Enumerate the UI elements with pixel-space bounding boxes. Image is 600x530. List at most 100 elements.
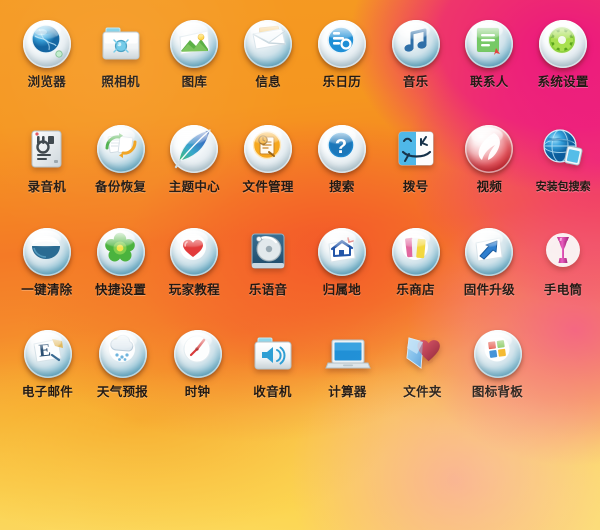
finder-face-glyph	[398, 131, 434, 166]
app-icon-clock[interactable]: 时钟	[160, 328, 235, 399]
radio-speaker-icon[interactable]	[247, 328, 299, 380]
calendar-icon[interactable]	[316, 18, 368, 70]
package-search-globe-icon[interactable]	[537, 123, 589, 175]
app-label: 图标背板	[471, 385, 524, 399]
app-icon-calculator[interactable]: 计算器	[310, 328, 385, 399]
phone-location-house-icon[interactable]	[316, 226, 368, 278]
app-icon-icon-backplate[interactable]: 图标背板	[460, 328, 535, 399]
voice-recorder-icon[interactable]	[21, 123, 73, 175]
windows-logo-glyph	[484, 336, 509, 362]
icon-row-3: 一键清除 快捷设置 玩家教程 乐语音 归属地 乐商店 固件升级 手电筒	[0, 226, 600, 297]
app-label: 浏览器	[27, 75, 67, 89]
app-icon-voice-recorder[interactable]: 录音机	[10, 123, 84, 194]
app-icon-quick-settings[interactable]: 快捷设置	[84, 226, 158, 297]
app-icon-backup-restore[interactable]: 备份恢复	[84, 123, 158, 194]
app-icon-one-key-clean[interactable]: 一键清除	[10, 226, 84, 297]
camera-folder-icon[interactable]	[95, 18, 147, 70]
music-note-icon[interactable]	[390, 18, 442, 70]
dialer-face-icon[interactable]	[390, 123, 442, 175]
app-icon-file-manager[interactable]: 文件管理	[231, 123, 305, 194]
app-icon-phone-location[interactable]: 归属地	[305, 226, 379, 297]
app-icon-radio[interactable]: 收音机	[235, 328, 310, 399]
app-icon-calendar[interactable]: 乐日历	[305, 18, 379, 89]
app-icon-browser[interactable]: 浏览器	[10, 18, 84, 89]
clock-icon[interactable]	[172, 328, 224, 380]
app-icon-theme-center[interactable]: 主题中心	[158, 123, 232, 194]
flashlight-icon[interactable]	[537, 226, 589, 278]
icon-row-2: 录音机 备份恢复 主题中心 文件管理 ? 搜索 拨号 视频 安装包搜索	[0, 123, 600, 194]
recorder-glyph	[31, 130, 62, 168]
gear-glyph	[548, 25, 577, 55]
app-label: 录音机	[27, 180, 67, 194]
app-icon-flashlight[interactable]: 手电筒	[526, 226, 600, 297]
app-icon-music[interactable]: 音乐	[379, 18, 453, 89]
app-icon-system-settings[interactable]: 系统设置	[526, 18, 600, 89]
app-icon-search[interactable]: ? 搜索	[305, 123, 379, 194]
file-manager-icon[interactable]	[242, 123, 294, 175]
app-label: 天气预报	[96, 385, 149, 399]
browser-globe-icon[interactable]	[21, 18, 73, 70]
picture-glyph	[179, 30, 210, 55]
flower-glyph	[104, 232, 135, 262]
app-icon-player-tutorial[interactable]: 玩家教程	[158, 226, 232, 297]
app-label: 归属地	[322, 283, 362, 297]
player-tutorial-heart-icon[interactable]	[168, 226, 220, 278]
app-label: 计算器	[328, 385, 367, 399]
app-icon-folder[interactable]: 文件夹	[385, 328, 460, 399]
store-books-icon[interactable]	[390, 226, 442, 278]
file-manager-glyph	[252, 130, 282, 160]
one-key-clean-icon[interactable]	[21, 226, 73, 278]
app-icon-video[interactable]: 视频	[453, 123, 527, 194]
app-label: 安装包搜索	[535, 181, 591, 193]
icon-row-1: 浏览器 照相机 图库 信息 乐日历 音乐 联系人 系统设置	[0, 18, 600, 89]
app-icon-contacts[interactable]: 联系人	[453, 18, 527, 89]
icon-row-4: E 电子邮件 天气预报 时钟 收音机 计算器 文件夹 图标背板	[0, 328, 600, 399]
app-icon-dialer[interactable]: 拨号	[379, 123, 453, 194]
app-icon-gallery[interactable]: 图库	[158, 18, 232, 89]
app-label: 拨号	[402, 180, 429, 194]
firmware-upgrade-arrow-icon[interactable]	[463, 226, 515, 278]
system-settings-gear-icon[interactable]	[537, 18, 589, 70]
app-icon-camera[interactable]: 照相机	[84, 18, 158, 89]
app-icon-messages[interactable]: 信息	[231, 18, 305, 89]
messages-envelope-icon[interactable]	[242, 18, 294, 70]
app-label: 乐商店	[396, 283, 435, 297]
clean-bowl-glyph	[31, 236, 60, 259]
app-icon-package-search[interactable]: 安装包搜索	[526, 123, 600, 194]
folder-heart-icon[interactable]	[397, 328, 449, 380]
app-label: 文件管理	[242, 180, 294, 194]
globe-device-glyph	[543, 129, 583, 166]
upgrade-arrow-glyph	[475, 237, 503, 262]
app-icon-weather[interactable]: 天气预报	[85, 328, 160, 399]
app-icon-voice-disk[interactable]: 乐语音	[231, 226, 305, 297]
app-label: 备份恢复	[95, 180, 147, 194]
app-icon-store[interactable]: 乐商店	[379, 226, 453, 297]
laptop-glyph	[324, 339, 371, 369]
weather-forecast-icon[interactable]	[97, 328, 149, 380]
app-label: 手电筒	[543, 283, 583, 297]
email-e-icon[interactable]: E	[22, 328, 74, 380]
app-icon-email[interactable]: E 电子邮件	[10, 328, 85, 399]
flash-glyph	[479, 133, 501, 160]
calculator-laptop-icon[interactable]	[322, 328, 374, 380]
question-glyph: ?	[327, 131, 355, 159]
app-label: 玩家教程	[168, 283, 220, 297]
video-flash-icon[interactable]	[463, 123, 515, 175]
app-icon-firmware-upgrade[interactable]: 固件升级	[453, 226, 527, 297]
speaker-folder-glyph	[254, 337, 291, 370]
app-label: 一键清除	[21, 283, 73, 297]
contacts-glyph	[476, 27, 501, 55]
voice-disk-icon[interactable]	[242, 226, 294, 278]
quick-settings-flower-icon[interactable]	[95, 226, 147, 278]
svg-text:?: ?	[335, 136, 347, 158]
gallery-picture-icon[interactable]	[168, 18, 220, 70]
books-glyph	[401, 234, 428, 260]
icon-backplate-windows-icon[interactable]	[472, 328, 524, 380]
search-question-icon[interactable]: ?	[316, 123, 368, 175]
theme-center-feather-icon[interactable]	[168, 123, 220, 175]
backup-restore-icon[interactable]	[95, 123, 147, 175]
icon-grid: 浏览器 照相机 图库 信息 乐日历 音乐 联系人 系统设置 录音机 备份恢复 主…	[0, 0, 600, 530]
contacts-card-icon[interactable]	[463, 18, 515, 70]
globe-glyph	[31, 24, 63, 58]
app-label: 搜索	[329, 180, 355, 194]
